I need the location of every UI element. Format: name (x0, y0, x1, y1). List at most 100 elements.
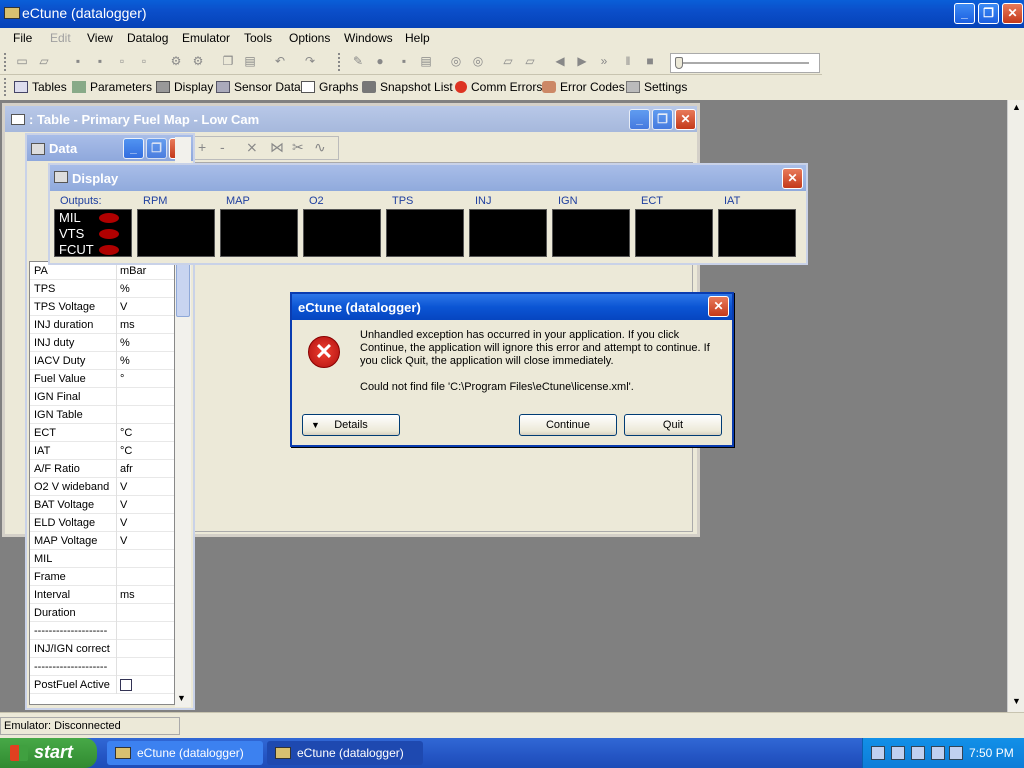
save-log-icon[interactable]: ▪ (396, 53, 412, 69)
data-row[interactable]: IGN Final (30, 388, 174, 406)
scroll-down-icon[interactable]: ▼ (177, 693, 186, 703)
data-row[interactable]: INJ/IGN correct (30, 640, 174, 658)
scroll-down-icon[interactable]: ▼ (1010, 696, 1023, 710)
paste-icon[interactable]: ▤ (242, 53, 258, 69)
table-close-button[interactable]: ✕ (675, 109, 696, 130)
table-minimize-button[interactable]: _ (629, 109, 650, 130)
pen-icon[interactable]: ✎ (350, 53, 366, 69)
disc2-icon[interactable]: ◎ (470, 53, 486, 69)
data-row[interactable]: MIL (30, 550, 174, 568)
data-row[interactable]: IACV Duty% (30, 352, 174, 370)
minimize-button[interactable]: _ (954, 3, 975, 24)
data-row[interactable]: INJ duty% (30, 334, 174, 352)
data-row[interactable]: TPS% (30, 280, 174, 298)
menu-options[interactable]: Options (289, 31, 330, 45)
export-icon[interactable]: ▫ (136, 53, 152, 69)
print-icon[interactable]: ▫ (114, 53, 130, 69)
save-as-icon[interactable]: ▪ (92, 53, 108, 69)
display-window-title-bar[interactable]: Display ✕ (50, 165, 806, 191)
data-maximize-button[interactable]: ❐ (146, 138, 167, 159)
data-row[interactable]: Fuel Value ° (30, 370, 174, 388)
data-row[interactable]: Duration (30, 604, 174, 622)
data-row[interactable]: TPS Voltage V (30, 298, 174, 316)
menu-edit[interactable]: Edit (50, 31, 71, 45)
tray-icon[interactable] (931, 746, 945, 760)
save-icon[interactable]: ▪ (70, 53, 86, 69)
table-window-title-bar[interactable]: : Table - Primary Fuel Map - Low Cam _ ❐… (5, 106, 697, 132)
data-row[interactable]: -------------------- (30, 658, 174, 676)
network-icon[interactable] (871, 746, 885, 760)
scroll-up-icon[interactable]: ▲ (1010, 102, 1023, 116)
dialog-title-bar[interactable]: eCtune (datalogger) ✕ (292, 294, 732, 320)
menu-tools[interactable]: Tools (244, 31, 272, 45)
copy-icon[interactable]: ❐ (220, 53, 236, 69)
menu-view[interactable]: View (87, 31, 113, 45)
tables-button[interactable]: Tables (14, 80, 67, 94)
tray-icon[interactable] (891, 746, 905, 760)
display-close-button[interactable]: ✕ (782, 168, 803, 189)
data-row[interactable]: ELD Voltage V (30, 514, 174, 532)
quit-button[interactable]: Quit (624, 414, 722, 436)
start-button[interactable]: start (0, 738, 97, 768)
plus-icon[interactable]: + (198, 139, 206, 155)
data-row[interactable]: IGN Table (30, 406, 174, 424)
open-icon[interactable]: ▱ (36, 53, 52, 69)
settings-gear-icon[interactable]: ⚙ (190, 53, 206, 69)
data-minimize-button[interactable]: _ (123, 138, 144, 159)
undo-icon[interactable]: ↶ (272, 53, 288, 69)
menu-windows[interactable]: Windows (344, 31, 393, 45)
toolbar-grip[interactable] (4, 53, 7, 71)
taskbar-item[interactable]: eCtune (datalogger) (267, 741, 423, 765)
folder2-icon[interactable]: ▱ (522, 53, 538, 69)
data-row[interactable]: BAT Voltage V (30, 496, 174, 514)
play-icon[interactable]: ▶ (574, 53, 590, 69)
pause-icon[interactable]: ǁ (620, 53, 636, 69)
data-row[interactable]: MAP Voltage V (30, 532, 174, 550)
tray-icon[interactable] (911, 746, 925, 760)
new-icon[interactable]: ▭ (14, 53, 30, 69)
folder-icon[interactable]: ▱ (500, 53, 516, 69)
data-row[interactable]: PostFuel Active (30, 676, 174, 694)
dialog-close-button[interactable]: ✕ (708, 296, 729, 317)
log-position-slider[interactable] (670, 53, 820, 73)
details-button[interactable]: ▼ Details (302, 414, 400, 436)
data-row[interactable]: O2 V wideband V (30, 478, 174, 496)
data-row[interactable]: A/F Ratio afr (30, 460, 174, 478)
disc-icon[interactable]: ◎ (448, 53, 464, 69)
data-row[interactable]: IAT °C (30, 442, 174, 460)
toolbar-grip[interactable] (338, 53, 341, 71)
fast-forward-icon[interactable]: » (596, 53, 612, 69)
stop-icon[interactable]: ■ (642, 53, 658, 69)
log-list-icon[interactable]: ▤ (418, 53, 434, 69)
menu-datalog[interactable]: Datalog (127, 31, 168, 45)
menu-emulator[interactable]: Emulator (182, 31, 230, 45)
data-row[interactable]: Interval ms (30, 586, 174, 604)
record-icon[interactable]: ● (372, 53, 388, 69)
data-row[interactable]: INJ duration ms (30, 316, 174, 334)
parameters-button[interactable]: Parameters (72, 80, 152, 94)
maximize-button[interactable]: ❐ (978, 3, 999, 24)
data-list[interactable]: PA mBar TPS% TPS Voltage V INJ duration ms INJ … (29, 261, 175, 705)
data-row[interactable]: ECT °C (30, 424, 174, 442)
data-row[interactable]: Frame (30, 568, 174, 586)
tools-icon[interactable]: ✂ (292, 139, 304, 156)
table-maximize-button[interactable]: ❐ (652, 109, 673, 130)
redo-icon[interactable]: ↷ (302, 53, 318, 69)
error-codes-button[interactable]: Error Codes (542, 80, 625, 94)
data-row[interactable]: -------------------- (30, 622, 174, 640)
volume-icon[interactable] (949, 746, 963, 760)
menu-help[interactable]: Help (405, 31, 430, 45)
slider-thumb[interactable] (675, 57, 683, 69)
graphs-button[interactable]: Graphs (301, 80, 358, 94)
display-button[interactable]: Display (156, 80, 213, 94)
toolbar-grip[interactable] (4, 78, 7, 96)
connect-icon[interactable]: ⚙ (168, 53, 184, 69)
interpolate-icon[interactable]: ⨯ (246, 139, 258, 156)
sensor-data-button[interactable]: Sensor Data (216, 80, 301, 94)
taskbar-item[interactable]: eCtune (datalogger) (107, 741, 263, 765)
close-button[interactable]: ✕ (1002, 3, 1023, 24)
minus-icon[interactable]: - (220, 139, 225, 155)
mdi-vertical-scrollbar[interactable]: ▲ ▼ (1007, 100, 1024, 712)
postfuel-checkbox[interactable] (120, 679, 132, 691)
comm-errors-button[interactable]: Comm Errors (455, 80, 542, 94)
